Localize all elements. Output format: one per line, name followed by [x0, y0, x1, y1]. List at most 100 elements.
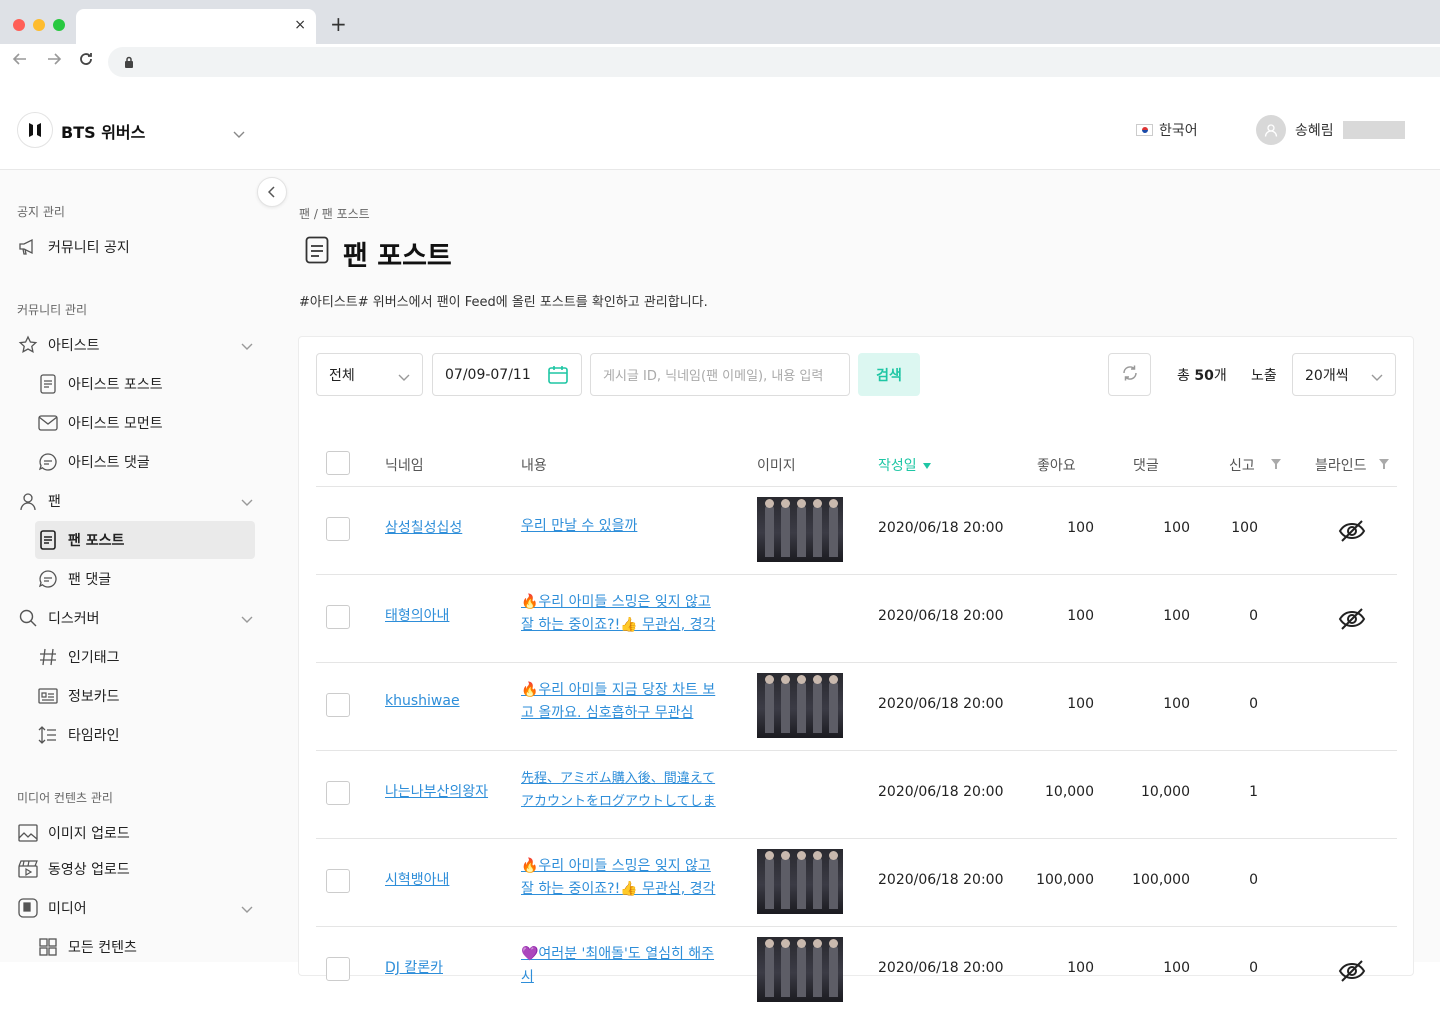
browser-tab[interactable]: × [76, 9, 316, 44]
back-icon[interactable] [12, 51, 28, 71]
section-title-community: 커뮤니티 관리 [17, 303, 88, 317]
row-reports: 0 [1249, 608, 1258, 624]
sort-down-icon [922, 457, 931, 473]
column-comments: 댓글 [1133, 458, 1159, 474]
table-row[interactable]: 시혁뱅아내 🔥우리 아미들 스밍은 잊지 않고 잘 하는 중이죠?!👍 무관심,… [316, 839, 1397, 927]
reload-icon[interactable] [78, 51, 94, 71]
row-comments: 100,000 [1132, 872, 1190, 888]
sidebar-item-image-upload[interactable]: 이미지 업로드 [18, 814, 258, 852]
sidebar-item-artist[interactable]: 아티스트 [18, 326, 258, 364]
row-nickname[interactable]: 나는나부산의왕자 [385, 781, 488, 801]
row-content[interactable]: 🔥우리 아미들 스밍은 잊지 않고 잘 하는 중이죠?!👍 무관심, 경각 [521, 591, 726, 637]
row-content[interactable]: 🔥우리 아미들 스밍은 잊지 않고 잘 하는 중이죠?!👍 무관심, 경각 [521, 855, 726, 901]
row-date: 2020/06/18 20:00 [878, 608, 1004, 624]
column-likes: 좋아요 [1037, 458, 1076, 474]
sidebar-item-info-card[interactable]: 정보카드 [35, 677, 255, 715]
address-bar[interactable] [108, 47, 1440, 77]
date-range-picker[interactable]: 07/09-07/11 [432, 353, 582, 396]
row-checkbox[interactable] [326, 693, 350, 717]
chevron-down-icon [241, 902, 253, 918]
refresh-icon [1121, 364, 1139, 386]
row-date: 2020/06/18 20:00 [878, 960, 1004, 976]
sidebar-item-community-notice[interactable]: 커뮤니티 공지 [18, 228, 258, 266]
table-row[interactable]: khushiwae 🔥우리 아미들 지금 당장 차트 보고 올까요. 심호흡하구… [316, 663, 1397, 751]
sidebar-item-artist-post[interactable]: 아티스트 포스트 [35, 365, 255, 403]
category-select[interactable]: 전체 [316, 353, 423, 396]
select-all-checkbox[interactable] [326, 451, 350, 475]
row-checkbox[interactable] [326, 869, 350, 893]
column-reports-filter[interactable]: 신고 [1229, 455, 1281, 475]
close-window-button[interactable] [13, 19, 25, 31]
sidebar-item-label: 팬 댓글 [68, 572, 112, 588]
column-date-sort[interactable]: 작성일 [878, 455, 931, 475]
maximize-window-button[interactable] [53, 19, 65, 31]
page-size-select[interactable]: 20개씩 [1292, 353, 1396, 396]
page-title: 팬 포스트 [305, 234, 452, 273]
post-thumbnail[interactable] [757, 673, 843, 738]
megaphone-icon [18, 237, 38, 257]
minimize-window-button[interactable] [33, 19, 45, 31]
eye-off-icon[interactable] [1338, 959, 1366, 987]
main-content: 팬 / 팬 포스트 팬 포스트 #아티스트# 위버스에서 팬이 Feed에 올린… [272, 170, 1440, 1002]
post-thumbnail[interactable] [757, 849, 843, 914]
sidebar-item-discover[interactable]: 디스커버 [18, 599, 258, 637]
sidebar-item-video-upload[interactable]: 동영상 업로드 [18, 850, 258, 888]
sidebar-item-label: 아티스트 포스트 [68, 377, 163, 393]
row-content[interactable]: 🔥우리 아미들 지금 당장 차트 보고 올까요. 심호흡하구 무관심 [521, 679, 726, 725]
sidebar-item-label: 아티스트 [48, 338, 100, 354]
row-likes: 100 [1067, 608, 1094, 624]
sidebar-item-artist-comment[interactable]: 아티스트 댓글 [35, 443, 255, 481]
row-nickname[interactable]: 삼성칠성십성 [385, 517, 462, 537]
sidebar-item-fan-comment[interactable]: 팬 댓글 [35, 560, 255, 598]
column-blind-filter[interactable]: 블라인드 [1315, 455, 1389, 475]
table-row[interactable]: 나는나부산의왕자 先程、アミボム購入後、間違えてアカウントをログアウトしてしま … [316, 751, 1397, 839]
sidebar-item-popular-tag[interactable]: 인기태그 [35, 638, 255, 676]
sidebar-item-artist-moment[interactable]: 아티스트 모먼트 [35, 404, 255, 442]
column-blind-label: 블라인드 [1315, 458, 1367, 474]
row-checkbox[interactable] [326, 517, 350, 541]
user-menu[interactable]: 송혜림 [1256, 115, 1405, 145]
eye-off-icon[interactable] [1338, 607, 1366, 635]
close-tab-icon[interactable]: × [294, 17, 306, 33]
sidebar-item-media[interactable]: 미디어 [18, 889, 258, 927]
card-icon [38, 686, 58, 706]
row-likes: 100 [1067, 520, 1094, 536]
sidebar-collapse-button[interactable] [257, 177, 287, 207]
refresh-button[interactable] [1108, 353, 1151, 396]
row-content[interactable]: 💜여러분 '최애돌'도 열심히 해주시 [521, 943, 726, 989]
chevron-down-icon[interactable] [233, 124, 245, 143]
app-name[interactable]: BTS 위버스 [61, 119, 145, 143]
post-thumbnail[interactable] [757, 497, 843, 562]
sidebar-item-all-content[interactable]: 모든 컨텐츠 [35, 928, 255, 966]
sidebar-item-timeline[interactable]: 타임라인 [35, 716, 255, 754]
row-content[interactable]: 先程、アミボム購入後、間違えてアカウントをログアウトしてしま [521, 767, 726, 813]
row-checkbox[interactable] [326, 605, 350, 629]
app-header: BTS 위버스 한국어 송혜림 [0, 90, 1440, 170]
table-row[interactable]: 태형의아내 🔥우리 아미들 스밍은 잊지 않고 잘 하는 중이죠?!👍 무관심,… [316, 575, 1397, 663]
post-thumbnail[interactable] [757, 937, 843, 1002]
sidebar-item-label: 미디어 [48, 901, 87, 917]
row-nickname[interactable]: 시혁뱅아내 [385, 869, 449, 889]
table-row[interactable]: DJ 칼론카 💜여러분 '최애돌'도 열심히 해주시 2020/06/18 20… [316, 927, 1397, 1015]
sidebar-item-label: 팬 포스트 [68, 533, 125, 549]
row-nickname[interactable]: khushiwae [385, 693, 460, 709]
row-nickname[interactable]: DJ 칼론카 [385, 957, 443, 977]
forward-icon[interactable] [46, 51, 62, 71]
eye-off-icon[interactable] [1338, 519, 1366, 547]
document-icon [38, 374, 58, 394]
avatar [1256, 115, 1286, 145]
search-button[interactable]: 검색 [858, 353, 920, 396]
row-checkbox[interactable] [326, 957, 350, 981]
search-input[interactable]: 게시글 ID, 닉네임(팬 이메일), 내용 입력 [590, 353, 850, 396]
sidebar-item-fan[interactable]: 팬 [18, 482, 258, 520]
sidebar-item-fan-post[interactable]: 팬 포스트 [35, 521, 255, 559]
address-row [0, 44, 1440, 80]
chevron-down-icon [241, 612, 253, 628]
row-content[interactable]: 우리 만날 수 있을까 [521, 515, 726, 538]
sidebar-item-label: 모든 컨텐츠 [68, 940, 137, 956]
language-selector[interactable]: 한국어 [1136, 120, 1198, 140]
row-nickname[interactable]: 태형의아내 [385, 605, 449, 625]
new-tab-button[interactable]: + [330, 14, 347, 34]
row-checkbox[interactable] [326, 781, 350, 805]
table-row[interactable]: 삼성칠성십성 우리 만날 수 있을까 2020/06/18 20:00 100 … [316, 487, 1397, 575]
